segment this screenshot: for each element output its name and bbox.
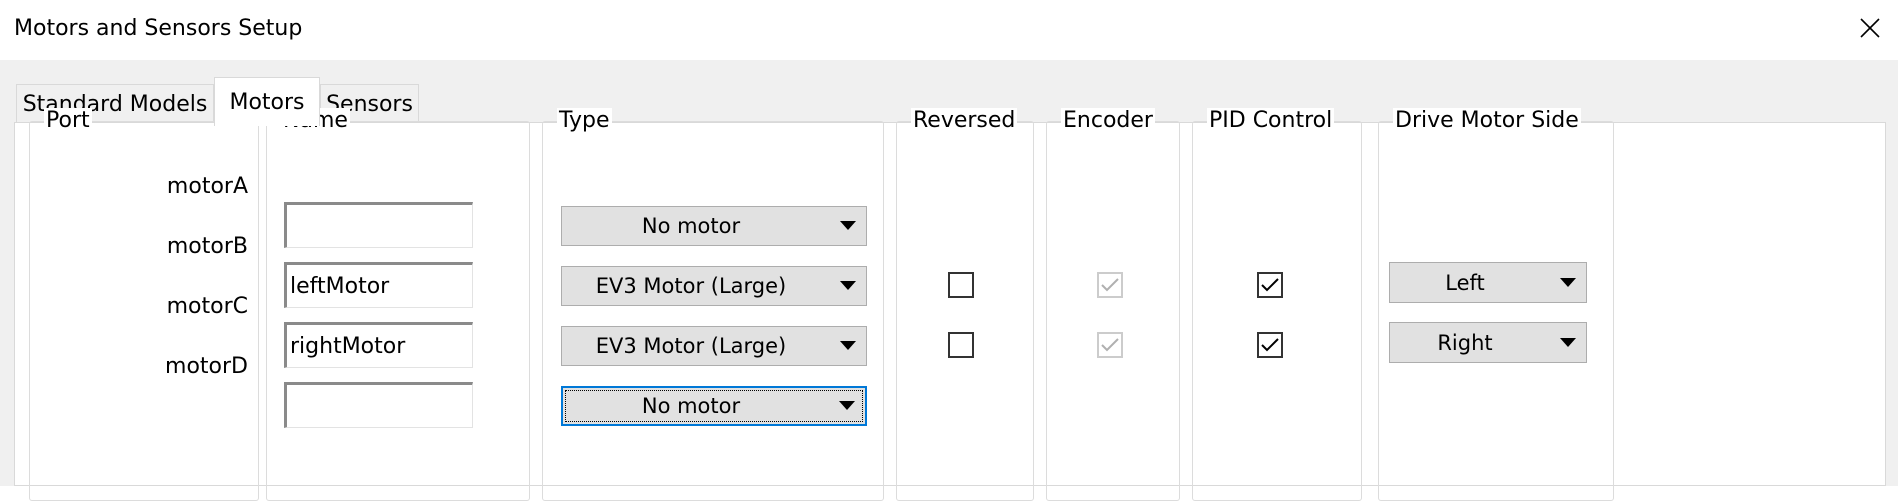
- close-icon: [1860, 18, 1880, 38]
- chevron-down-icon: [829, 401, 865, 411]
- tab-label: Motors: [229, 89, 305, 115]
- name-input-motorC[interactable]: [284, 322, 473, 368]
- type-select-motorB[interactable]: EV3 Motor (Large): [561, 266, 867, 306]
- checkmark-icon: [1101, 278, 1119, 292]
- drive-side-select-motorC[interactable]: Right: [1389, 322, 1587, 363]
- chevron-down-icon: [830, 341, 866, 351]
- tab-motors[interactable]: Motors: [214, 77, 320, 126]
- type-group: Type No motor EV3 Motor (Large) EV3 Moto…: [542, 108, 884, 501]
- type-value: No motor: [641, 394, 741, 418]
- encoder-checkbox-motorB: [1097, 272, 1123, 298]
- chevron-down-icon: [830, 281, 866, 291]
- checkmark-icon: [1261, 278, 1279, 292]
- checkmark-icon: [1101, 338, 1119, 352]
- chevron-down-icon: [1550, 277, 1586, 288]
- name-input-motorB[interactable]: [284, 262, 473, 308]
- chevron-down-icon: [830, 221, 866, 231]
- name-input-motorD[interactable]: [284, 382, 473, 428]
- pid-checkbox-motorB[interactable]: [1257, 272, 1283, 298]
- drive-side-value: Left: [1445, 270, 1485, 295]
- close-button[interactable]: [1842, 0, 1898, 56]
- port-label-motorC: motorC: [166, 294, 248, 319]
- reversed-group-label: Reversed: [911, 108, 1018, 134]
- name-input-motorA[interactable]: [284, 202, 473, 248]
- port-group: Port motorA motorB motorC motorD: [29, 108, 259, 501]
- pid-control-group-label: PID Control: [1207, 108, 1335, 134]
- drive-side-value: Right: [1437, 330, 1493, 355]
- window-title: Motors and Sensors Setup: [14, 16, 303, 41]
- drive-motor-side-group: Drive Motor Side Left Right: [1378, 108, 1614, 501]
- type-value: No motor: [641, 214, 741, 238]
- reversed-checkbox-motorC[interactable]: [948, 332, 974, 358]
- name-group: Name: [266, 108, 530, 501]
- drive-motor-side-group-label: Drive Motor Side: [1393, 108, 1581, 134]
- reversed-group: Reversed: [896, 108, 1034, 501]
- port-label-motorD: motorD: [165, 354, 248, 379]
- type-select-motorD[interactable]: No motor: [561, 386, 867, 426]
- type-select-motorA[interactable]: No motor: [561, 206, 867, 246]
- type-value: EV3 Motor (Large): [595, 334, 787, 358]
- type-group-label: Type: [557, 108, 612, 134]
- pid-checkbox-motorC[interactable]: [1257, 332, 1283, 358]
- port-group-label: Port: [44, 108, 92, 134]
- reversed-checkbox-motorB[interactable]: [948, 272, 974, 298]
- drive-side-select-motorB[interactable]: Left: [1389, 262, 1587, 303]
- port-label-motorB: motorB: [166, 234, 248, 259]
- chevron-down-icon: [1550, 337, 1586, 348]
- port-label-motorA: motorA: [166, 174, 248, 199]
- encoder-group-label: Encoder: [1061, 108, 1155, 134]
- pid-control-group: PID Control: [1192, 108, 1362, 501]
- checkmark-icon: [1261, 338, 1279, 352]
- title-bar: Motors and Sensors Setup: [0, 0, 1898, 60]
- type-select-motorC[interactable]: EV3 Motor (Large): [561, 326, 867, 366]
- encoder-group: Encoder: [1046, 108, 1180, 501]
- type-value: EV3 Motor (Large): [595, 274, 787, 298]
- encoder-checkbox-motorC: [1097, 332, 1123, 358]
